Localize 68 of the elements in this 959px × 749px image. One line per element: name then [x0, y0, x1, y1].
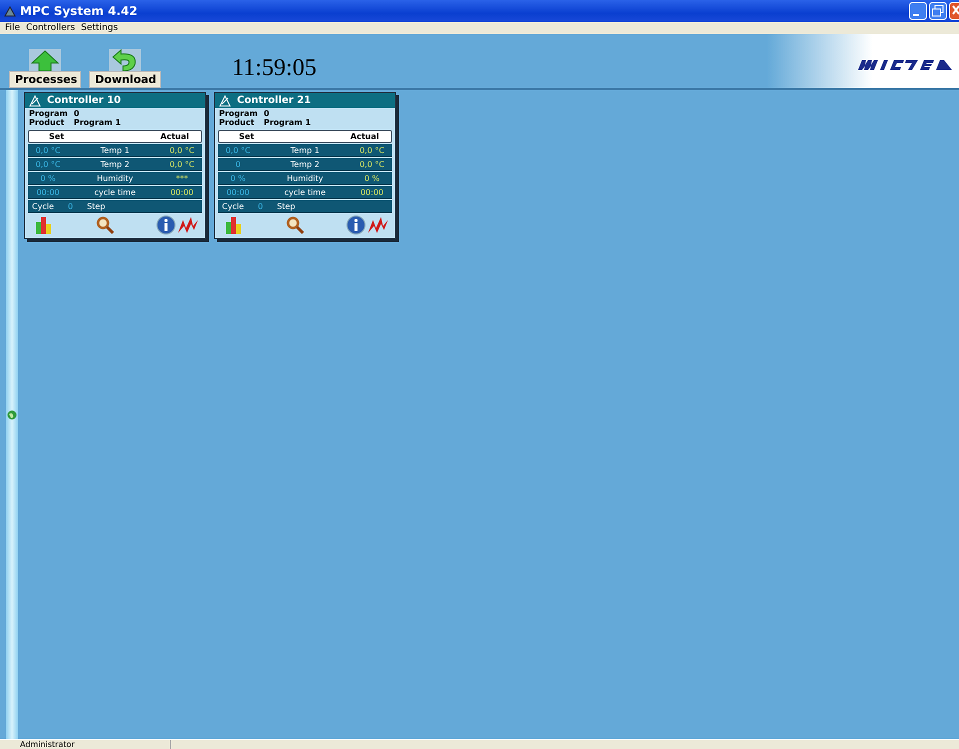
set-value: 0,0 °C: [34, 160, 62, 168]
column-header: Set: [49, 132, 64, 141]
panel-title: Controller 21: [237, 95, 311, 106]
field-value: Program 1: [74, 118, 122, 127]
field-value: 0: [264, 109, 270, 118]
panel-title: Controller 10: [47, 95, 121, 106]
cycle-value: 0: [258, 202, 263, 210]
menu-item[interactable]: Settings: [81, 23, 118, 33]
search-icon[interactable]: [96, 216, 114, 234]
info-icon[interactable]: [156, 215, 176, 235]
status-text: Administrator: [20, 740, 171, 749]
cycle-value: 0: [68, 202, 73, 210]
row-label: Temp 2: [290, 160, 320, 168]
controller-icon: [29, 94, 41, 106]
toolbar-button[interactable]: Processes: [9, 71, 81, 88]
set-value: 0,0 °C: [34, 146, 62, 154]
actual-value: 0,0 °C: [168, 146, 196, 154]
zigzag-icon[interactable]: [177, 216, 199, 234]
zigzag-icon[interactable]: [367, 216, 389, 234]
app-icon[interactable]: [4, 5, 16, 17]
set-value: 0: [234, 160, 242, 168]
actual-value: 0,0 °C: [358, 146, 386, 154]
actual-value: 0,0 °C: [168, 160, 196, 168]
set-value: 00:00: [35, 188, 61, 196]
field-value: 0: [74, 109, 80, 118]
search-icon[interactable]: [286, 216, 304, 234]
row-label: Humidity: [286, 174, 324, 182]
restore-icon[interactable]: [929, 2, 947, 20]
actual-value: 00:00: [359, 188, 385, 196]
set-value: 0 %: [39, 174, 57, 182]
column-header: Actual: [160, 132, 189, 141]
set-value: 0,0 °C: [224, 146, 252, 154]
field-label: Product: [219, 118, 256, 127]
row-label: cycle time: [93, 188, 137, 196]
actual-value: 0,0 °C: [358, 160, 386, 168]
row-label: cycle time: [283, 188, 327, 196]
actual-value: 00:00: [169, 188, 195, 196]
minimize-icon[interactable]: [909, 2, 927, 20]
menu-item[interactable]: Controllers: [26, 23, 76, 33]
info-icon[interactable]: [346, 215, 366, 235]
bar-chart-icon[interactable]: [225, 216, 243, 234]
step-label: Step: [276, 202, 296, 210]
column-header: Actual: [350, 132, 379, 141]
cycle-label: Cycle: [32, 202, 54, 210]
field-label: Program: [29, 109, 68, 118]
column-header: Set: [239, 132, 254, 141]
row-label: Temp 2: [100, 160, 130, 168]
set-value: 00:00: [225, 188, 251, 196]
row-label: Temp 1: [290, 146, 320, 154]
step-label: Step: [86, 202, 106, 210]
row-label: Humidity: [96, 174, 134, 182]
window-title: MPC System 4.42: [20, 4, 138, 18]
field-label: Program: [219, 109, 258, 118]
row-label: Temp 1: [100, 146, 130, 154]
cycle-label: Cycle: [222, 202, 244, 210]
close-icon[interactable]: [949, 2, 959, 20]
up-arrow-icon[interactable]: [29, 49, 61, 71]
controller-icon: [219, 94, 231, 106]
field-label: Product: [29, 118, 66, 127]
globe-icon[interactable]: [7, 410, 17, 420]
actual-value: ***: [175, 174, 189, 182]
actual-value: 0 %: [363, 174, 381, 182]
set-value: 0 %: [229, 174, 247, 182]
field-value: Program 1: [264, 118, 312, 127]
toolbar-button[interactable]: Download: [89, 71, 161, 88]
clock-text: 11:59:05: [232, 54, 318, 82]
menu-item[interactable]: File: [5, 23, 20, 33]
bar-chart-icon[interactable]: [35, 216, 53, 234]
